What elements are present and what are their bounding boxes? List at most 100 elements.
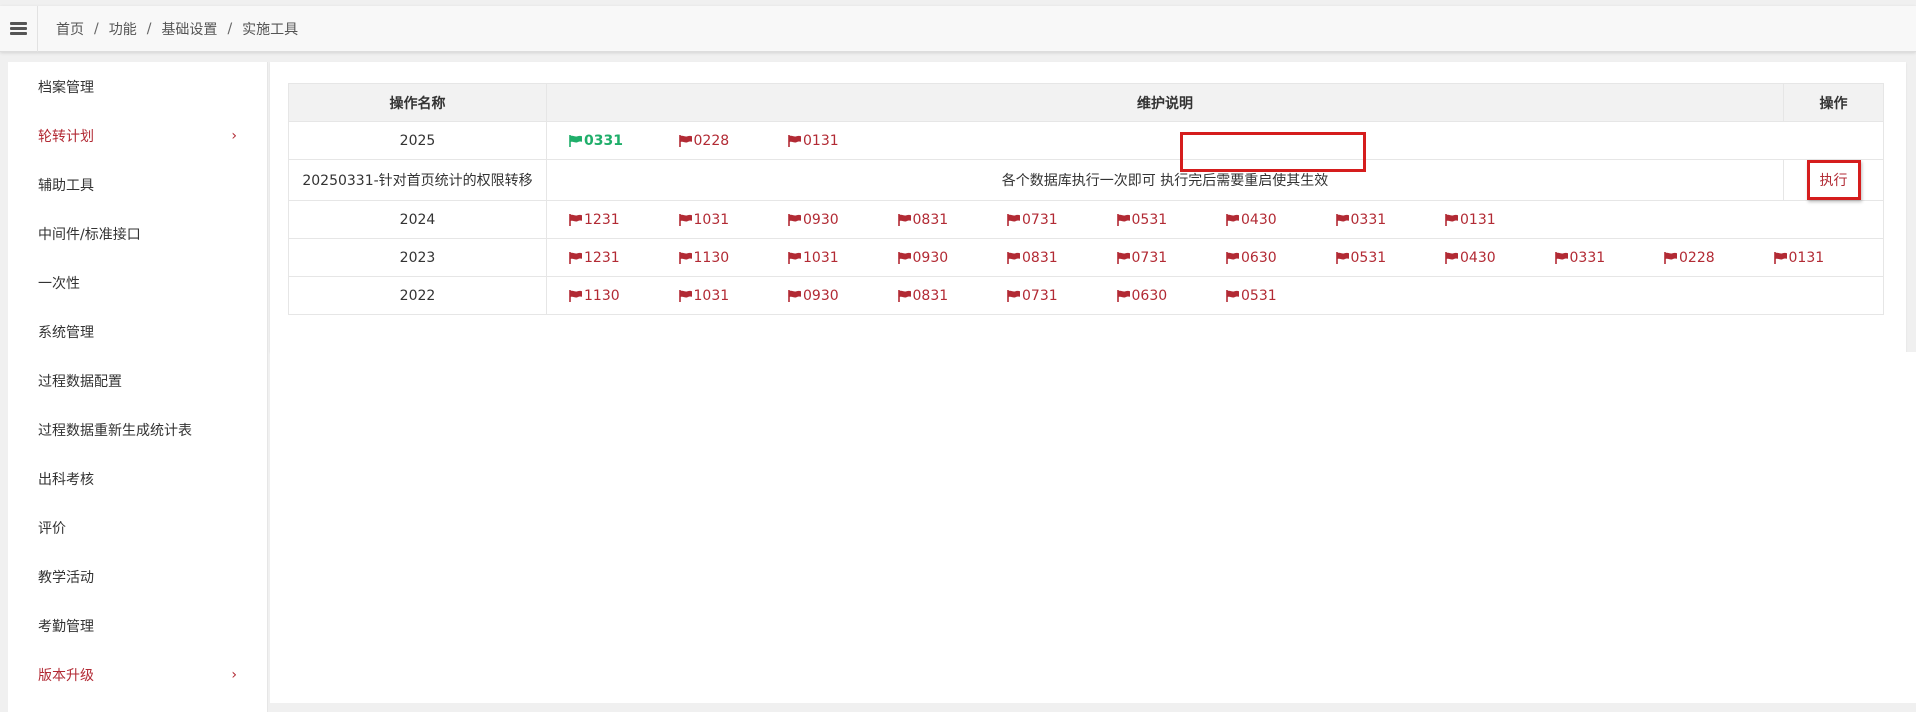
flag-link[interactable]: 0430	[1445, 250, 1555, 266]
flag-icon	[897, 289, 913, 302]
flag-link-label: 0731	[1022, 287, 1058, 304]
version-flags-cell: 1130 1031 0930 0831 0731 0630 0531	[546, 276, 1884, 315]
table-header-row: 操作名称 维护说明 操作	[288, 83, 1884, 122]
breadcrumb-home[interactable]: 首页	[56, 19, 84, 39]
flag-link-list: 1231 1031 0930 0831 0731 0531 0430 0331 0131	[547, 212, 1883, 228]
flag-icon	[678, 289, 694, 302]
flag-link[interactable]: 0531	[1335, 250, 1446, 266]
flag-link-label: 0930	[912, 249, 949, 266]
flag-link-label: 1130	[693, 249, 730, 266]
flag-icon	[1445, 251, 1460, 264]
breadcrumb-basic-settings[interactable]: 基础设置	[161, 19, 217, 39]
flag-link-label: 0531	[1131, 211, 1168, 228]
flag-icon	[897, 213, 913, 226]
flag-link[interactable]: 0430	[1226, 212, 1336, 228]
flag-link[interactable]: 0731	[1007, 212, 1117, 228]
flag-icon	[1116, 213, 1132, 226]
flag-link[interactable]: 0731	[1007, 288, 1117, 304]
column-header-op: 操作	[1783, 83, 1884, 122]
flag-link-list: 0331 0228 0131	[547, 133, 1883, 149]
sidebar-item[interactable]: 评价	[8, 503, 267, 552]
operation-name-cell: 2022	[288, 276, 547, 315]
sidebar-item[interactable]: 中间件/标准接口	[8, 209, 267, 258]
menu-toggle-button[interactable]	[0, 5, 38, 52]
sidebar-item[interactable]: 一次性	[8, 258, 267, 307]
sidebar-item-label: 教学活动	[38, 569, 94, 586]
flag-link[interactable]: 0131	[1773, 249, 1884, 266]
flag-link[interactable]: 0930	[788, 212, 898, 228]
breadcrumb-separator: /	[94, 20, 99, 37]
flag-icon	[788, 213, 803, 226]
flag-link-label: 0831	[912, 287, 949, 304]
flag-link[interactable]: 1031	[678, 288, 789, 304]
sidebar-item-label: 版本升级	[38, 667, 94, 684]
flag-link-label: 1130	[584, 287, 620, 304]
flag-link[interactable]: 1231	[569, 250, 679, 266]
sidebar-item[interactable]: 过程数据配置	[8, 356, 267, 405]
chevron-right-icon: ›	[231, 666, 237, 683]
flag-link[interactable]: 0831	[897, 212, 1008, 228]
operation-name-cell: 2023	[288, 238, 547, 277]
flag-link-label: 0331	[1350, 211, 1387, 228]
flag-icon	[1664, 251, 1679, 264]
flag-link[interactable]: 0531	[1116, 211, 1227, 228]
flag-link[interactable]: 0531	[1226, 288, 1336, 304]
sidebar-item[interactable]: 辅助工具	[8, 160, 267, 209]
operation-name-cell: 20250331-针对首页统计的权限转移	[288, 159, 547, 201]
flag-link-label: 0430	[1241, 211, 1277, 228]
sidebar-item[interactable]: 出科考核	[8, 454, 267, 503]
operation-name-cell: 2025	[288, 121, 547, 160]
flag-link[interactable]: 0228	[678, 133, 789, 149]
breadcrumb: 首页 / 功能 / 基础设置 / 实施工具	[38, 19, 298, 39]
flag-icon	[1226, 251, 1241, 264]
flag-link[interactable]: 1031	[678, 212, 789, 228]
flag-link[interactable]: 0630	[1116, 288, 1227, 304]
flag-link[interactable]: 0831	[897, 287, 1008, 304]
flag-link[interactable]: 1231	[569, 212, 679, 228]
sidebar-item[interactable]: 系统管理	[8, 307, 267, 356]
flag-link-label: 0731	[1022, 211, 1058, 228]
flag-link[interactable]: 0930	[897, 249, 1008, 266]
flag-icon	[788, 289, 803, 302]
flag-icon	[1226, 213, 1241, 226]
execute-button[interactable]: 执行	[1806, 160, 1861, 200]
sidebar-item[interactable]: 教学活动	[8, 552, 267, 601]
flag-link-label: 0131	[803, 132, 839, 149]
flag-link[interactable]: 0131	[1445, 212, 1555, 228]
flag-link[interactable]: 0331	[1554, 250, 1665, 266]
breadcrumb-function[interactable]: 功能	[109, 19, 137, 39]
flag-link[interactable]: 0831	[1007, 250, 1117, 266]
flag-link-label: 0331	[584, 132, 623, 149]
flag-icon	[897, 251, 913, 264]
sidebar-item[interactable]: 版本升级 ›	[8, 650, 267, 699]
flag-link[interactable]: 0731	[1116, 250, 1227, 266]
sidebar-item[interactable]: 档案管理	[8, 62, 267, 111]
sidebar-item-label: 评价	[38, 520, 66, 537]
flag-icon	[569, 251, 584, 264]
flag-icon	[1554, 251, 1570, 264]
flag-icon	[569, 289, 584, 302]
flag-link[interactable]: 0131	[788, 133, 898, 149]
flag-link[interactable]: 1031	[788, 250, 898, 266]
table-row: 20250331-针对首页统计的权限转移 各个数据库执行一次即可 执行完后需要重启…	[288, 159, 1884, 201]
flag-icon	[1335, 213, 1351, 226]
version-flags-cell: 0331 0228 0131	[546, 121, 1884, 160]
sidebar-item-label: 中间件/标准接口	[38, 226, 141, 243]
flag-link[interactable]: 1130	[678, 249, 789, 266]
chevron-right-icon: ›	[231, 127, 237, 144]
sidebar-item[interactable]: 考勤管理	[8, 601, 267, 650]
flag-link-label: 1231	[584, 211, 620, 228]
table-row: 2022 1130 1031 0930 0831 0731 0630 0531	[288, 276, 1884, 315]
flag-link[interactable]: 0331	[1335, 211, 1446, 228]
sidebar-item-label: 考勤管理	[38, 618, 94, 635]
flag-link[interactable]: 0930	[788, 288, 898, 304]
flag-link[interactable]: 1130	[569, 288, 679, 304]
flag-link-label: 0131	[1788, 249, 1825, 266]
flag-link[interactable]: 0630	[1226, 250, 1336, 266]
sidebar-item[interactable]: 轮转计划 ›	[8, 111, 267, 160]
flag-link[interactable]: 0228	[1664, 250, 1774, 266]
flag-link-label: 1031	[803, 249, 839, 266]
flag-link[interactable]: 0331	[569, 133, 679, 149]
sidebar-item[interactable]: 过程数据重新生成统计表	[8, 405, 267, 454]
sidebar-nav: 档案管理 轮转计划 › 辅助工具中间件/标准接口一次性 系统管理 过程数据配置 过程数据重新…	[8, 62, 268, 712]
